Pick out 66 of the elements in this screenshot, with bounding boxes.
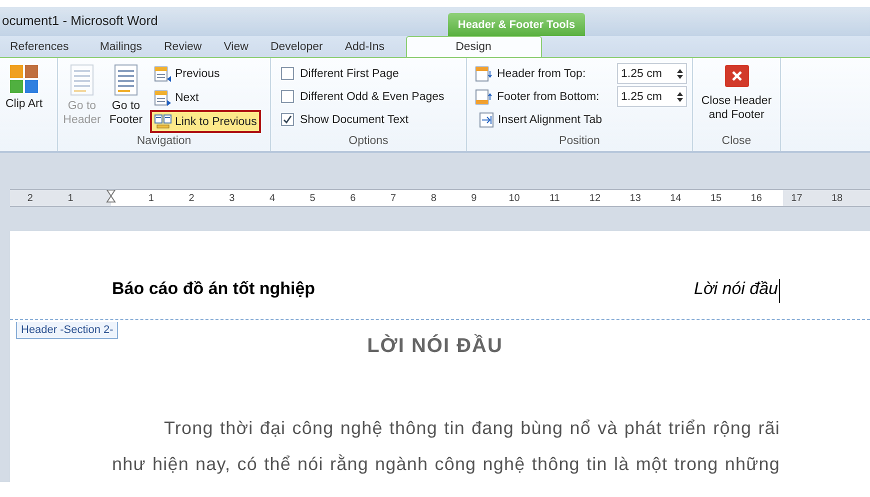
ruler-number: 3 — [228, 192, 236, 206]
ruler-number: 12 — [588, 192, 602, 206]
insert-alignment-tab-button[interactable]: Insert Alignment Tab — [475, 108, 688, 131]
checkbox[interactable] — [281, 90, 294, 103]
checkbox-label: Show Document Text — [300, 114, 408, 126]
ruler-number: 2 — [26, 192, 34, 206]
header-text: Báo cáo đồ án tốt nghiệp — [112, 279, 316, 300]
window-title: ocument1 - Microsoft Word — [1, 13, 159, 30]
ribbon-tab[interactable]: Review — [153, 36, 213, 57]
ruler-number: 14 — [669, 192, 682, 206]
spinner-field[interactable]: 1.25 cm — [617, 86, 687, 107]
ruler-number: 9 — [470, 192, 478, 206]
body-paragraph: Trong thời đại công nghệ thông tin đang bùng nổ và phát triển rộng rãi như hiện nay, có thể nói rằng ngành công nghệ thông tin là một trong những — [112, 417, 780, 476]
ruler-number: 1 — [147, 192, 155, 206]
page-left-arrow-icon — [154, 66, 172, 82]
header-position-icon — [475, 88, 493, 104]
spin-arrows-icon[interactable] — [677, 90, 683, 102]
spinner-label: Header from Top: — [497, 68, 587, 80]
ruler-number: 2 — [188, 192, 196, 206]
linked-pages-icon — [154, 114, 172, 130]
close-icon — [724, 64, 750, 88]
ruler-number: 15 — [709, 192, 723, 206]
clip-art-button[interactable]: Clip Art — [4, 62, 44, 133]
ruler-number: 4 — [268, 192, 276, 206]
close-header-footer-button[interactable]: Close Header and Footer — [697, 62, 776, 133]
ribbon-tab[interactable]: Developer — [259, 36, 334, 57]
spinner-label: Footer from Bottom: — [497, 90, 600, 102]
checkbox[interactable] — [281, 113, 294, 126]
ribbon-tab[interactable]: Mailings — [88, 36, 153, 57]
ruler-number: 6 — [349, 192, 357, 206]
go-to-footer-button[interactable]: Go to Footer — [106, 62, 146, 133]
ruler-number: 16 — [750, 192, 763, 206]
ruler-number: 7 — [389, 192, 398, 206]
group-label: Options — [348, 134, 390, 149]
page-icon — [113, 64, 139, 96]
clip-art-icon — [9, 64, 39, 94]
ribbon-button[interactable]: Previous — [150, 62, 261, 85]
header-position-icon — [475, 66, 493, 82]
ribbon-tab[interactable]: Add-Ins — [334, 36, 396, 57]
page-icon — [69, 64, 95, 96]
group-label: Navigation — [136, 134, 192, 149]
checkbox[interactable] — [281, 67, 294, 80]
checkbox-label: Different Odd & Even Pages — [300, 90, 444, 102]
ruler-number: 18 — [830, 192, 844, 206]
ruler-number: 17 — [790, 192, 804, 206]
group-label: Position — [558, 134, 601, 149]
ruler-number: 11 — [548, 192, 561, 206]
header-text: Lời nói đầu — [694, 279, 780, 303]
ruler-number: 10 — [508, 192, 521, 206]
header-section-tag: Header -Section 2- — [16, 322, 118, 339]
page-right-arrow-icon — [154, 90, 172, 106]
ribbon-tab[interactable]: Design — [406, 36, 542, 57]
ruler-number: 5 — [308, 192, 316, 206]
group-label: Close — [720, 134, 752, 149]
ruler-number: 1 — [66, 192, 74, 206]
contextual-tab-label: Header & Footer Tools — [448, 13, 585, 36]
document-heading: LỜI NÓI ĐẦU — [366, 335, 504, 358]
spinner-field[interactable]: 1.25 cm — [617, 63, 687, 84]
ruler-number: 8 — [430, 192, 438, 206]
ribbon-tab[interactable]: References — [0, 36, 89, 57]
ribbon-tab[interactable]: View — [212, 36, 260, 57]
spin-arrows-icon[interactable] — [677, 68, 683, 80]
ribbon-button[interactable]: Link to Previous — [150, 110, 261, 133]
ribbon-button[interactable]: Next — [150, 86, 261, 109]
checkbox-label: Different First Page — [300, 68, 399, 80]
ruler-number: 13 — [628, 192, 642, 206]
